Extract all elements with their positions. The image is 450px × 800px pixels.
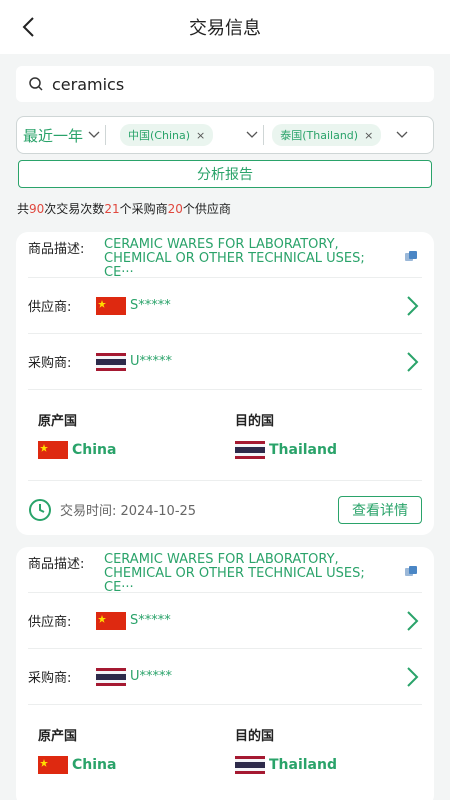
chevron-right-icon[interactable] — [402, 609, 422, 633]
china-flag-icon — [96, 296, 126, 315]
summary-text: 次交易次数 — [44, 202, 105, 216]
supplier-label: 供应商: — [28, 615, 72, 630]
thailand-flag-icon — [96, 667, 126, 686]
destination-country-name: Thailand — [269, 757, 337, 773]
filter-bar: 最近一年 中国(China) × 泰国(Thailand) × — [16, 116, 434, 154]
page-title: 交易信息 — [189, 18, 261, 39]
clock-icon — [29, 498, 51, 521]
supplier-count: 20 — [167, 202, 183, 216]
buyer-name: U***** — [130, 354, 173, 369]
description-text: CERAMIC WARES FOR LABORATORY, CHEMICAL O… — [104, 552, 365, 595]
period-label: 最近一年 — [23, 126, 84, 145]
thailand-flag-icon — [235, 441, 265, 459]
translate-icon[interactable] — [404, 565, 418, 579]
translate-icon[interactable] — [404, 250, 418, 264]
dest-chip-label: 泰国(Thailand) — [280, 129, 359, 142]
china-flag-icon — [38, 756, 68, 774]
chevron-right-icon[interactable] — [402, 665, 422, 689]
remove-dest-icon[interactable]: × — [364, 129, 373, 142]
china-flag-icon — [96, 611, 126, 630]
description-row: 商品描述: CERAMIC WARES FOR LABORATORY, CHEM… — [28, 547, 422, 595]
buyer-label: 采购商: — [28, 356, 72, 371]
china-flag-icon — [38, 441, 68, 459]
transaction-card[interactable]: 商品描述: CERAMIC WARES FOR LABORATORY, CHEM… — [16, 547, 434, 800]
dest-chip[interactable]: 泰国(Thailand) × — [272, 124, 382, 146]
back-arrow-icon — [22, 17, 34, 37]
chevron-down-icon — [88, 131, 100, 138]
destination-label: 目的国 — [235, 414, 275, 429]
top-bar: 交易信息 — [0, 0, 450, 54]
origin-country: China — [38, 756, 225, 774]
description-label: 商品描述: — [28, 557, 85, 572]
description-text: CERAMIC WARES FOR LABORATORY, CHEMICAL O… — [104, 237, 365, 280]
origin-label: 原产国 — [38, 729, 78, 744]
buyer-row[interactable]: 采购商: U***** — [28, 334, 422, 390]
buyer-label: 采购商: — [28, 671, 72, 686]
transaction-card[interactable]: 商品描述: CERAMIC WARES FOR LABORATORY, CHEM… — [16, 232, 434, 535]
analysis-report-button[interactable]: 分析报告 — [18, 160, 432, 188]
destination-country-name: Thailand — [269, 442, 337, 458]
divider — [105, 125, 107, 145]
supplier-row[interactable]: 供应商: S***** — [28, 278, 422, 334]
origin-column: 原产国 China — [28, 410, 225, 480]
destination-column: 目的国 Thailand — [225, 725, 422, 795]
summary-text: 个供应商 — [182, 202, 231, 216]
search-bar[interactable] — [16, 66, 434, 102]
origin-country-name: China — [72, 442, 117, 458]
origin-country: China — [38, 441, 225, 459]
buyer-row[interactable]: 采购商: U***** — [28, 649, 422, 705]
remove-origin-icon[interactable]: × — [196, 129, 205, 142]
view-details-button[interactable]: 查看详情 — [338, 495, 422, 524]
transaction-time: 交易时间: 2024-10-25 — [60, 504, 197, 519]
origin-country-name: China — [72, 757, 117, 773]
back-button[interactable] — [14, 12, 44, 42]
destination-column: 目的国 Thailand — [225, 410, 422, 480]
thailand-flag-icon — [96, 352, 126, 371]
chevron-right-icon[interactable] — [402, 350, 422, 374]
transaction-count: 90 — [29, 202, 45, 216]
buyer-count: 21 — [104, 202, 120, 216]
summary-text: 共 — [17, 202, 30, 216]
dest-dropdown[interactable] — [395, 130, 409, 140]
origin-column: 原产国 China — [28, 725, 225, 795]
buyer-name: U***** — [130, 669, 173, 684]
origin-chip-label: 中国(China) — [128, 129, 191, 142]
thailand-flag-icon — [235, 756, 265, 774]
search-input[interactable] — [52, 74, 352, 94]
origin-label: 原产国 — [38, 414, 78, 429]
period-filter[interactable]: 最近一年 — [23, 125, 101, 146]
origin-dropdown[interactable] — [245, 130, 259, 140]
chevron-right-icon[interactable] — [402, 294, 422, 318]
description-label: 商品描述: — [28, 242, 85, 257]
supplier-name: S***** — [130, 298, 171, 313]
destination-country: Thailand — [235, 441, 422, 459]
summary-text: 个采购商 — [119, 202, 168, 216]
destination-label: 目的国 — [235, 729, 275, 744]
description-row: 商品描述: CERAMIC WARES FOR LABORATORY, CHEM… — [28, 232, 422, 280]
supplier-row[interactable]: 供应商: S***** — [28, 593, 422, 649]
supplier-name: S***** — [130, 613, 171, 628]
divider — [263, 125, 265, 145]
country-block: 原产国 China 目的国 Thailand — [28, 705, 422, 795]
country-block: 原产国 China 目的国 Thailand — [28, 390, 422, 480]
result-summary: 共90次交易次数21个采购商20个供应商 — [17, 200, 450, 217]
supplier-label: 供应商: — [28, 300, 72, 315]
card-footer: 交易时间: 2024-10-25 查看详情 — [28, 480, 422, 538]
search-icon — [29, 77, 43, 91]
chevron-down-icon — [396, 131, 408, 138]
origin-chip[interactable]: 中国(China) × — [120, 124, 214, 146]
destination-country: Thailand — [235, 756, 422, 774]
chevron-down-icon — [246, 131, 258, 138]
